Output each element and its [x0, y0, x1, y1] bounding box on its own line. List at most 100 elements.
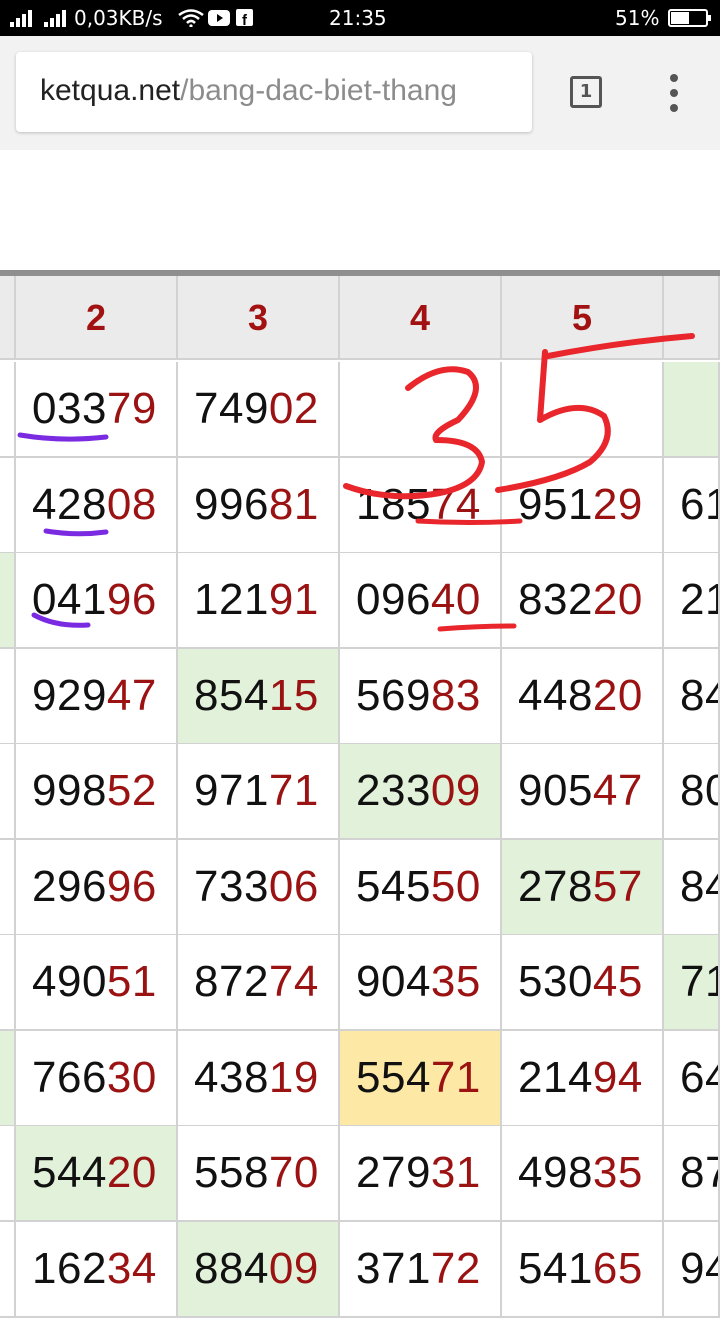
number-head-digits: 448 — [518, 670, 593, 720]
number-tail-digits: 70 — [268, 1148, 319, 1197]
table-cell: 97171 — [178, 744, 340, 840]
partial-number: 21 — [680, 575, 718, 624]
table-cell-partial — [0, 935, 16, 1031]
table-cell: 99681 — [178, 457, 340, 554]
result-number: 49835 — [518, 1148, 643, 1198]
table-cell: 09640 — [340, 553, 502, 649]
table-cell: 90435 — [340, 935, 502, 1031]
table-cell-partial: 64 — [664, 1030, 720, 1127]
number-tail-digits: 51 — [106, 957, 157, 1006]
table-cell: 29696 — [16, 839, 178, 936]
number-tail-digits: 79 — [106, 384, 157, 433]
number-head-digits: 971 — [194, 766, 269, 815]
table-cell: 04196 — [16, 553, 178, 649]
number-tail-digits: 83 — [430, 670, 481, 720]
result-number: 74902 — [194, 384, 319, 434]
table-cell: 56983 — [340, 648, 502, 745]
number-head-digits: 233 — [356, 766, 431, 815]
table-cell: 99852 — [16, 744, 178, 840]
result-number: 56983 — [356, 671, 481, 721]
table-cell: 87274 — [178, 935, 340, 1031]
result-number: 49051 — [32, 957, 157, 1007]
result-number: 27857 — [518, 862, 643, 912]
table-cell: 49835 — [502, 1126, 664, 1222]
table-cell: 53045 — [502, 935, 664, 1031]
number-tail-digits: 96 — [106, 575, 157, 624]
column-header: 2 — [16, 276, 178, 360]
partial-number: 84 — [680, 670, 718, 720]
table-cell-partial — [0, 1126, 16, 1222]
table-cell-partial: 84 — [664, 839, 720, 936]
number-tail-digits: 96 — [106, 861, 157, 911]
results-table: 2345033797490242808996811857495129610419… — [0, 0, 720, 1318]
number-tail-digits: 71 — [268, 766, 319, 815]
table-cell-partial: 61 — [664, 457, 720, 554]
number-tail-digits: 29 — [592, 479, 643, 529]
partial-number: 61 — [680, 479, 718, 529]
number-head-digits: 872 — [194, 957, 269, 1006]
result-number: 99681 — [194, 480, 319, 530]
table-cell: 54165 — [502, 1221, 664, 1318]
column-header: 3 — [178, 276, 340, 360]
number-head-digits: 766 — [32, 1052, 107, 1102]
table-cell: 27931 — [340, 1126, 502, 1222]
number-tail-digits: 15 — [268, 670, 319, 720]
number-tail-digits: 09 — [268, 1243, 319, 1293]
table-cell: 16234 — [16, 1221, 178, 1318]
table-cell: 92947 — [16, 648, 178, 745]
result-number: 87274 — [194, 957, 319, 1007]
number-head-digits: 121 — [194, 575, 269, 624]
number-head-digits: 929 — [32, 670, 107, 720]
column-header: 5 — [502, 276, 664, 360]
number-tail-digits: 57 — [592, 861, 643, 911]
number-tail-digits: 71 — [430, 1052, 481, 1102]
table-cell-partial: 21 — [664, 553, 720, 649]
table-cell: 55870 — [178, 1126, 340, 1222]
number-tail-digits: 20 — [592, 575, 643, 624]
partial-number: 84 — [680, 861, 718, 911]
table-cell: 43819 — [178, 1030, 340, 1127]
table-cell-partial — [0, 457, 16, 554]
number-head-digits: 162 — [32, 1243, 107, 1293]
table-cell-partial — [664, 362, 720, 458]
table-cell: 95129 — [502, 457, 664, 554]
number-tail-digits: 74 — [430, 479, 481, 529]
table-cell: 76630 — [16, 1030, 178, 1127]
number-tail-digits: 40 — [430, 575, 481, 624]
number-head-digits: 371 — [356, 1243, 431, 1293]
result-number: 90547 — [518, 766, 643, 816]
table-cell: 27857 — [502, 839, 664, 936]
number-head-digits: 096 — [356, 575, 431, 624]
number-head-digits: 544 — [32, 1148, 107, 1197]
number-head-digits: 854 — [194, 670, 269, 720]
number-head-digits: 951 — [518, 479, 593, 529]
number-head-digits: 905 — [518, 766, 593, 815]
table-cell-partial — [0, 648, 16, 745]
number-head-digits: 749 — [194, 384, 269, 433]
number-head-digits: 996 — [194, 479, 269, 529]
partial-number: 87 — [680, 1148, 718, 1197]
number-head-digits: 545 — [356, 861, 431, 911]
number-tail-digits: 35 — [430, 957, 481, 1006]
number-tail-digits: 31 — [430, 1148, 481, 1197]
result-number: 18574 — [356, 480, 481, 530]
table-cell-partial — [0, 362, 16, 458]
number-tail-digits: 08 — [106, 479, 157, 529]
result-number: 43819 — [194, 1053, 319, 1103]
result-number: 55471 — [356, 1053, 481, 1103]
table-cell: 85415 — [178, 648, 340, 745]
column-header-partial — [0, 276, 16, 360]
table-cell: 55471 — [340, 1030, 502, 1127]
table-cell: 90547 — [502, 744, 664, 840]
number-tail-digits: 74 — [268, 957, 319, 1006]
number-head-digits: 278 — [518, 861, 593, 911]
number-head-digits: 279 — [356, 1148, 431, 1197]
table-cell: 37172 — [340, 1221, 502, 1318]
number-head-digits: 530 — [518, 957, 593, 1006]
number-head-digits: 185 — [356, 479, 431, 529]
table-cell: 54550 — [340, 839, 502, 936]
table-cell — [502, 362, 664, 458]
table-cell: 74902 — [178, 362, 340, 458]
result-number: 09640 — [356, 575, 481, 625]
result-number: 85415 — [194, 671, 319, 721]
